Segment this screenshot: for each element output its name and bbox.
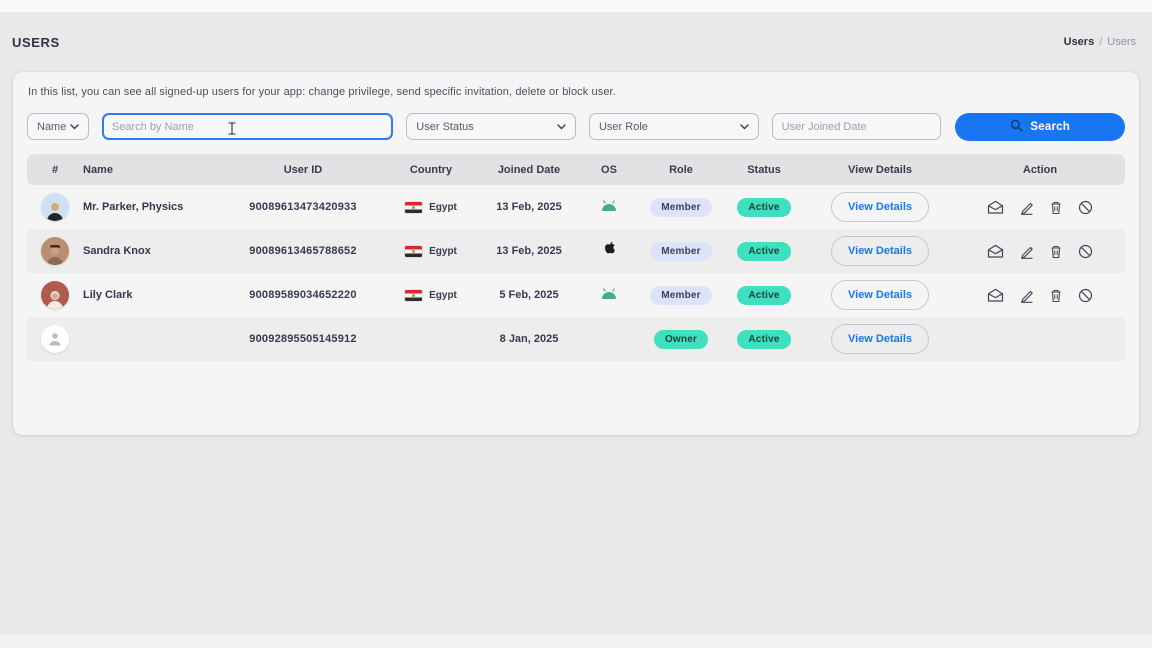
user-id: 90092895505145912 bbox=[223, 333, 383, 345]
search-field-dropdown-value: Name bbox=[37, 121, 66, 133]
user-name: Mr. Parker, Physics bbox=[83, 201, 223, 213]
joined-date: 5 Feb, 2025 bbox=[479, 289, 579, 301]
table-row: Sandra Knox 90089613465788652 Egypt 13 F… bbox=[27, 229, 1125, 273]
col-header-country: Country bbox=[383, 164, 479, 176]
col-header-status: Status bbox=[723, 164, 805, 176]
view-details-button[interactable]: View Details bbox=[831, 236, 929, 266]
col-header-view-details: View Details bbox=[805, 164, 955, 176]
role-badge: Member bbox=[650, 242, 712, 261]
status-badge: Active bbox=[737, 242, 790, 261]
avatar-placeholder[interactable] bbox=[41, 325, 69, 353]
apple-icon bbox=[602, 242, 616, 261]
delete-icon[interactable] bbox=[1049, 288, 1063, 303]
avatar[interactable] bbox=[41, 237, 69, 265]
search-icon bbox=[1010, 119, 1023, 135]
breadcrumb-root[interactable]: Users bbox=[1064, 36, 1095, 48]
avatar[interactable] bbox=[41, 281, 69, 309]
search-button-label: Search bbox=[1030, 121, 1070, 133]
view-details-button[interactable]: View Details bbox=[831, 324, 929, 354]
col-header-os: OS bbox=[579, 164, 639, 176]
search-input[interactable] bbox=[104, 115, 391, 138]
role-badge: Member bbox=[650, 198, 712, 217]
status-badge: Active bbox=[737, 330, 790, 349]
block-icon[interactable] bbox=[1078, 288, 1093, 303]
view-details-button[interactable]: View Details bbox=[831, 192, 929, 222]
user-id: 90089589034652220 bbox=[223, 289, 383, 301]
delete-icon[interactable] bbox=[1049, 244, 1063, 259]
search-field-dropdown[interactable]: Name bbox=[27, 113, 89, 140]
search-button[interactable]: Search bbox=[955, 113, 1125, 141]
invite-mail-icon[interactable] bbox=[987, 288, 1004, 303]
breadcrumb-separator: / bbox=[1099, 36, 1102, 48]
role-badge: Owner bbox=[654, 330, 708, 349]
delete-icon[interactable] bbox=[1049, 200, 1063, 215]
user-status-select[interactable]: User Status bbox=[406, 113, 576, 140]
col-header-action: Action bbox=[955, 164, 1125, 176]
user-name: Lily Clark bbox=[83, 289, 223, 301]
text-cursor bbox=[228, 122, 236, 140]
table-row: 90092895505145912 8 Jan, 2025 Owner Acti… bbox=[27, 317, 1125, 361]
country-name: Egypt bbox=[429, 202, 457, 213]
col-header-name: Name bbox=[83, 164, 223, 176]
col-header-joined-date: Joined Date bbox=[479, 164, 579, 176]
chevron-down-icon bbox=[70, 121, 79, 133]
joined-date: 13 Feb, 2025 bbox=[479, 245, 579, 257]
joined-date: 13 Feb, 2025 bbox=[479, 201, 579, 213]
user-status-select-value: User Status bbox=[416, 121, 473, 133]
page-header: USERS Users / Users bbox=[0, 12, 1152, 72]
edit-icon[interactable] bbox=[1019, 200, 1034, 215]
bottom-strip bbox=[0, 635, 1152, 648]
invite-mail-icon[interactable] bbox=[987, 244, 1004, 259]
top-strip bbox=[0, 0, 1152, 12]
avatar[interactable] bbox=[41, 193, 69, 221]
block-icon[interactable] bbox=[1078, 200, 1093, 215]
chevron-down-icon bbox=[557, 121, 566, 133]
block-icon[interactable] bbox=[1078, 244, 1093, 259]
user-role-select[interactable]: User Role bbox=[589, 113, 759, 140]
users-table: # Name User ID Country Joined Date OS Ro… bbox=[27, 154, 1125, 361]
role-badge: Member bbox=[650, 286, 712, 305]
user-id: 90089613473420933 bbox=[223, 201, 383, 213]
country-name: Egypt bbox=[429, 246, 457, 257]
table-row: Mr. Parker, Physics 90089613473420933 Eg… bbox=[27, 185, 1125, 229]
status-badge: Active bbox=[737, 198, 790, 217]
android-icon bbox=[600, 288, 618, 303]
joined-date-field-wrap bbox=[772, 113, 942, 140]
col-header-index: # bbox=[27, 164, 83, 176]
col-header-role: Role bbox=[639, 164, 723, 176]
user-id: 90089613465788652 bbox=[223, 245, 383, 257]
country-name: Egypt bbox=[429, 290, 457, 301]
filter-bar: Name User Status User Role bbox=[27, 113, 1125, 140]
egypt-flag-icon bbox=[405, 290, 422, 301]
breadcrumb: Users / Users bbox=[1064, 36, 1136, 48]
status-badge: Active bbox=[737, 286, 790, 305]
user-name: Sandra Knox bbox=[83, 245, 223, 257]
joined-date: 8 Jan, 2025 bbox=[479, 333, 579, 345]
android-icon bbox=[600, 200, 618, 215]
invite-mail-icon[interactable] bbox=[987, 200, 1004, 215]
egypt-flag-icon bbox=[405, 202, 422, 213]
joined-date-field[interactable] bbox=[782, 114, 932, 139]
chevron-down-icon bbox=[740, 121, 749, 133]
view-details-button[interactable]: View Details bbox=[831, 280, 929, 310]
breadcrumb-current: Users bbox=[1107, 36, 1136, 48]
edit-icon[interactable] bbox=[1019, 244, 1034, 259]
edit-icon[interactable] bbox=[1019, 288, 1034, 303]
page-title: USERS bbox=[12, 35, 60, 50]
table-header-row: # Name User ID Country Joined Date OS Ro… bbox=[27, 154, 1125, 185]
search-input-wrap bbox=[102, 113, 393, 140]
col-header-user-id: User ID bbox=[223, 164, 383, 176]
users-panel: In this list, you can see all signed-up … bbox=[13, 72, 1139, 435]
user-role-select-value: User Role bbox=[599, 121, 648, 133]
table-row: Lily Clark 90089589034652220 Egypt 5 Feb… bbox=[27, 273, 1125, 317]
panel-description: In this list, you can see all signed-up … bbox=[28, 86, 1125, 98]
egypt-flag-icon bbox=[405, 246, 422, 257]
